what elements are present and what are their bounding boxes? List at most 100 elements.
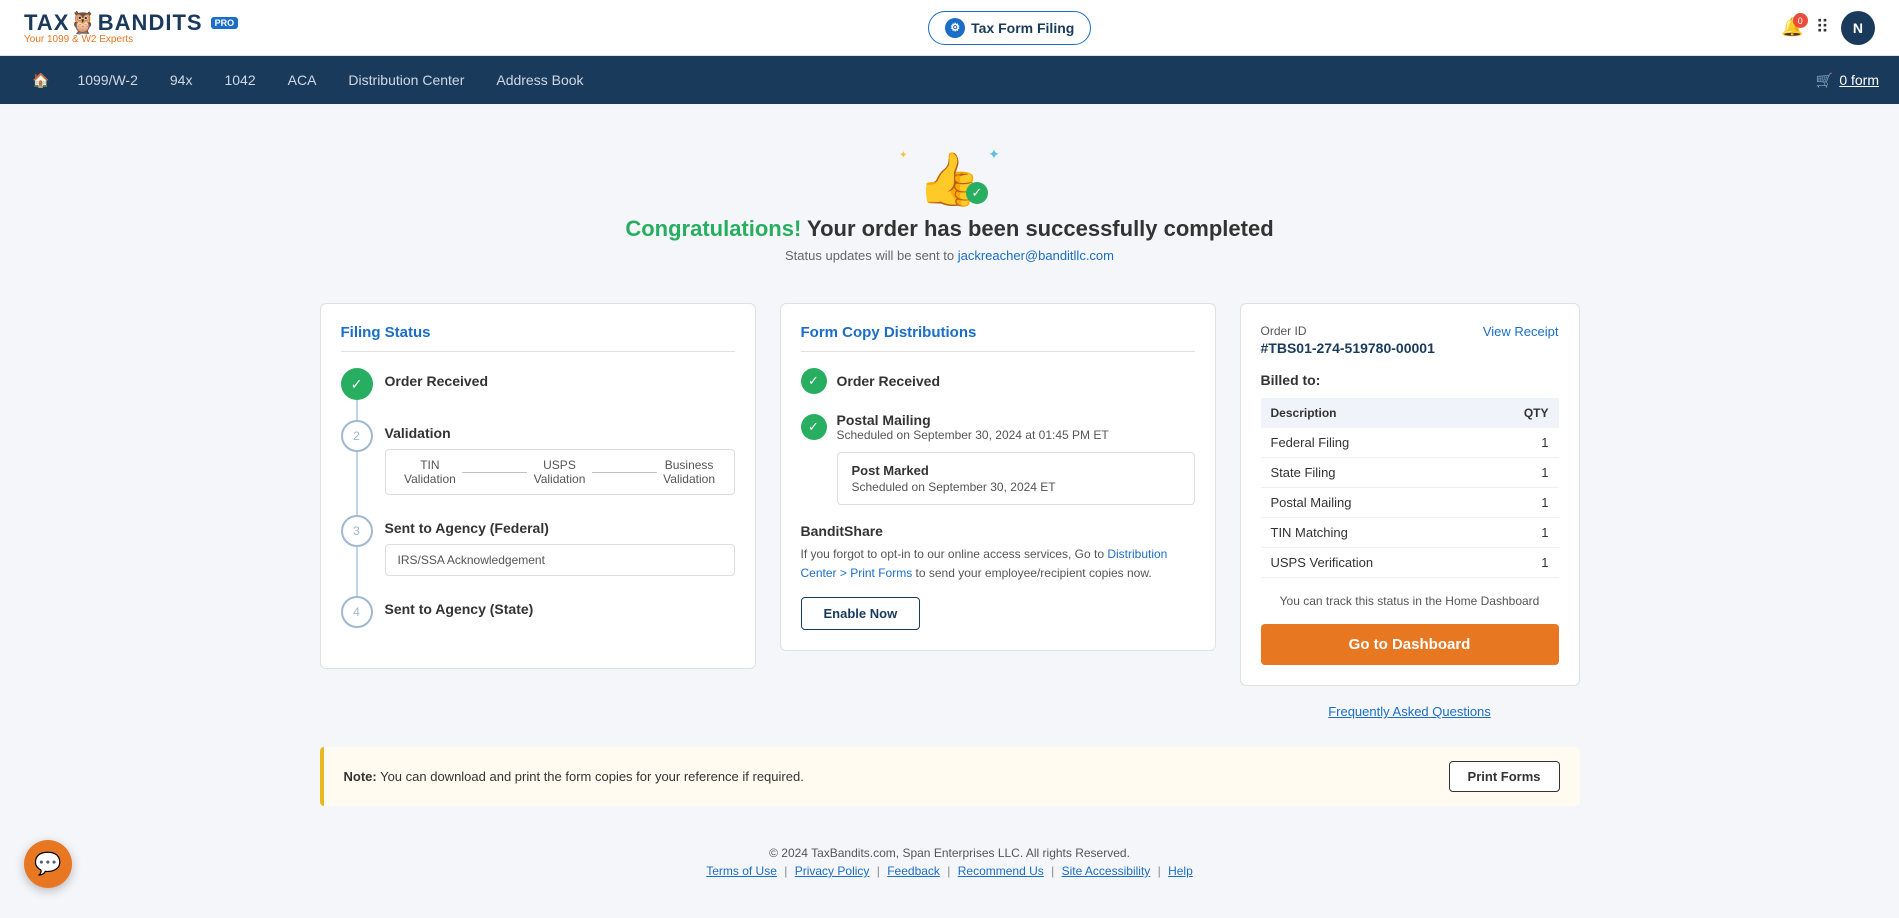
timeline-step-1: ✓ Order Received <box>341 368 735 400</box>
user-avatar[interactable]: N <box>1841 11 1875 45</box>
filing-status-card: Filing Status ✓ Order Received 2 Validat… <box>320 303 756 669</box>
row-qty: 1 <box>1479 548 1559 578</box>
table-row: USPS Verification1 <box>1261 548 1559 578</box>
track-status-text: You can track this status in the Home Da… <box>1261 594 1559 608</box>
cart-icon: 🛒 <box>1816 72 1833 89</box>
top-header: TAX🦉BANDITS PRO Your 1099 & W2 Experts ⚙… <box>0 0 1899 56</box>
congrats-rest: Your order has been successfully complet… <box>801 216 1273 241</box>
recommend-link[interactable]: Recommend Us <box>958 864 1044 878</box>
apps-grid-button[interactable]: ⠿ <box>1816 17 1829 38</box>
order-id-row: Order ID #TBS01-274-519780-00001 View Re… <box>1261 324 1559 356</box>
enable-now-button[interactable]: Enable Now <box>801 597 921 630</box>
step-4-label: Sent to Agency (State) <box>385 596 534 617</box>
main-content: 👍 ✓ ✦ ✦ Congratulations! Your order has … <box>300 104 1600 918</box>
col-description: Description <box>1261 398 1479 428</box>
postal-mailing-date: Scheduled on September 30, 2024 at 01:45… <box>837 428 1109 442</box>
privacy-link[interactable]: Privacy Policy <box>795 864 870 878</box>
terms-link[interactable]: Terms of Use <box>706 864 777 878</box>
table-row: TIN Matching1 <box>1261 518 1559 548</box>
product-icon: ⚙ <box>945 18 965 38</box>
banditshare-title: BanditShare <box>801 523 1195 539</box>
step-1-label: Order Received <box>385 368 489 389</box>
congrats-subtitle: Status updates will be sent to jackreach… <box>320 248 1580 263</box>
pro-badge: PRO <box>211 17 239 29</box>
timeline-step-4: 4 Sent to Agency (State) <box>341 596 735 628</box>
step-1-icon: ✓ <box>341 368 373 400</box>
logo: TAX🦉BANDITS PRO Your 1099 & W2 Experts <box>24 10 238 45</box>
row-qty: 1 <box>1479 428 1559 458</box>
filing-status-title: Filing Status <box>341 324 735 352</box>
banditshare-text: If you forgot to opt-in to our online ac… <box>801 545 1195 583</box>
note-bar: Note: You can download and print the for… <box>320 747 1580 806</box>
logo-text: TAX🦉BANDITS <box>24 10 203 36</box>
dist-order-label: Order Received <box>837 373 941 389</box>
faq-link[interactable]: Frequently Asked Questions <box>1240 704 1580 719</box>
distribution-center-link[interactable]: Distribution Center > Print Forms <box>801 547 1168 580</box>
nav-home[interactable]: 🏠 <box>20 56 61 104</box>
col-qty: QTY <box>1479 398 1559 428</box>
sparkle-icon-2: ✦ <box>899 150 907 161</box>
nav-item-address[interactable]: Address Book <box>480 56 599 104</box>
post-marked-box: Post Marked Scheduled on September 30, 2… <box>837 452 1195 505</box>
chat-bubble[interactable]: 💬 <box>24 840 72 888</box>
help-link[interactable]: Help <box>1168 864 1193 878</box>
congrats-title: Congratulations! Your order has been suc… <box>320 216 1580 242</box>
form-copy-card: Form Copy Distributions ✓ Order Received… <box>780 303 1216 651</box>
step-2-label: Validation <box>385 420 735 441</box>
grid-icon: ⠿ <box>1816 17 1829 37</box>
congrats-section: 👍 ✓ ✦ ✦ Congratulations! Your order has … <box>320 134 1580 273</box>
order-id-block: Order ID #TBS01-274-519780-00001 <box>1261 324 1435 356</box>
row-desc: USPS Verification <box>1261 548 1479 578</box>
postal-mailing-label: Postal Mailing <box>837 412 1109 428</box>
go-dashboard-button[interactable]: Go to Dashboard <box>1261 624 1559 665</box>
accessibility-link[interactable]: Site Accessibility <box>1062 864 1151 878</box>
step-3-label: Sent to Agency (Federal) <box>385 515 735 536</box>
table-row: State Filing1 <box>1261 458 1559 488</box>
header-center: ⚙ Tax Form Filing <box>928 11 1091 45</box>
footer: © 2024 TaxBandits.com, Span Enterprises … <box>320 846 1580 878</box>
nav-item-distribution[interactable]: Distribution Center <box>332 56 480 104</box>
row-desc: Federal Filing <box>1261 428 1479 458</box>
nav-item-1042[interactable]: 1042 <box>208 56 271 104</box>
congrats-highlight: Congratulations! <box>625 216 801 241</box>
nav-item-94x[interactable]: 94x <box>154 56 209 104</box>
switch-product-button[interactable]: ⚙ Tax Form Filing <box>928 11 1091 45</box>
feedback-link[interactable]: Feedback <box>887 864 940 878</box>
post-marked-title: Post Marked <box>852 463 1180 478</box>
header-icons: 🔔 0 ⠿ N <box>1781 11 1875 45</box>
print-forms-button[interactable]: Print Forms <box>1449 761 1560 792</box>
nav-item-aca[interactable]: ACA <box>272 56 333 104</box>
form-copy-title: Form Copy Distributions <box>801 324 1195 352</box>
table-row: Federal Filing1 <box>1261 428 1559 458</box>
timeline-step-3: 3 Sent to Agency (Federal) IRS/SSA Ackno… <box>341 515 735 576</box>
success-check-icon: ✓ <box>966 182 988 204</box>
row-qty: 1 <box>1479 458 1559 488</box>
congrats-email[interactable]: jackreacher@banditllc.com <box>958 248 1114 263</box>
cart-button[interactable]: 🛒 0 form <box>1816 72 1879 89</box>
logo-tagline: Your 1099 & W2 Experts <box>24 34 238 45</box>
tin-validation: TIN Validation <box>398 458 463 486</box>
step-4-icon: 4 <box>341 596 373 628</box>
nav-item-1099[interactable]: 1099/W-2 <box>61 56 153 104</box>
order-id-label: Order ID <box>1261 324 1435 338</box>
step-3-icon: 3 <box>341 515 373 547</box>
row-desc: Postal Mailing <box>1261 488 1479 518</box>
post-marked-date: Scheduled on September 30, 2024 ET <box>852 480 1180 494</box>
timeline-step-2: 2 Validation TIN Validation USPS Validat… <box>341 420 735 495</box>
irs-ack-label: IRS/SSA Acknowledgement <box>398 553 545 567</box>
usps-validation: USPS Validation <box>527 458 592 486</box>
receipt-card: Order ID #TBS01-274-519780-00001 View Re… <box>1240 303 1580 686</box>
dist-order-received: ✓ Order Received <box>801 368 1195 394</box>
row-desc: TIN Matching <box>1261 518 1479 548</box>
notifications-button[interactable]: 🔔 0 <box>1781 17 1803 38</box>
note-text: Note: You can download and print the for… <box>344 769 804 784</box>
row-qty: 1 <box>1479 488 1559 518</box>
copyright-text: © 2024 TaxBandits.com, Span Enterprises … <box>320 846 1580 860</box>
notification-badge: 0 <box>1793 13 1808 28</box>
banditshare-section: BanditShare If you forgot to opt-in to o… <box>801 523 1195 630</box>
columns-row: Filing Status ✓ Order Received 2 Validat… <box>320 303 1580 719</box>
step-2-icon: 2 <box>341 420 373 452</box>
view-receipt-link[interactable]: View Receipt <box>1483 324 1559 339</box>
filing-timeline: ✓ Order Received 2 Validation TIN Valida… <box>341 368 735 628</box>
row-qty: 1 <box>1479 518 1559 548</box>
